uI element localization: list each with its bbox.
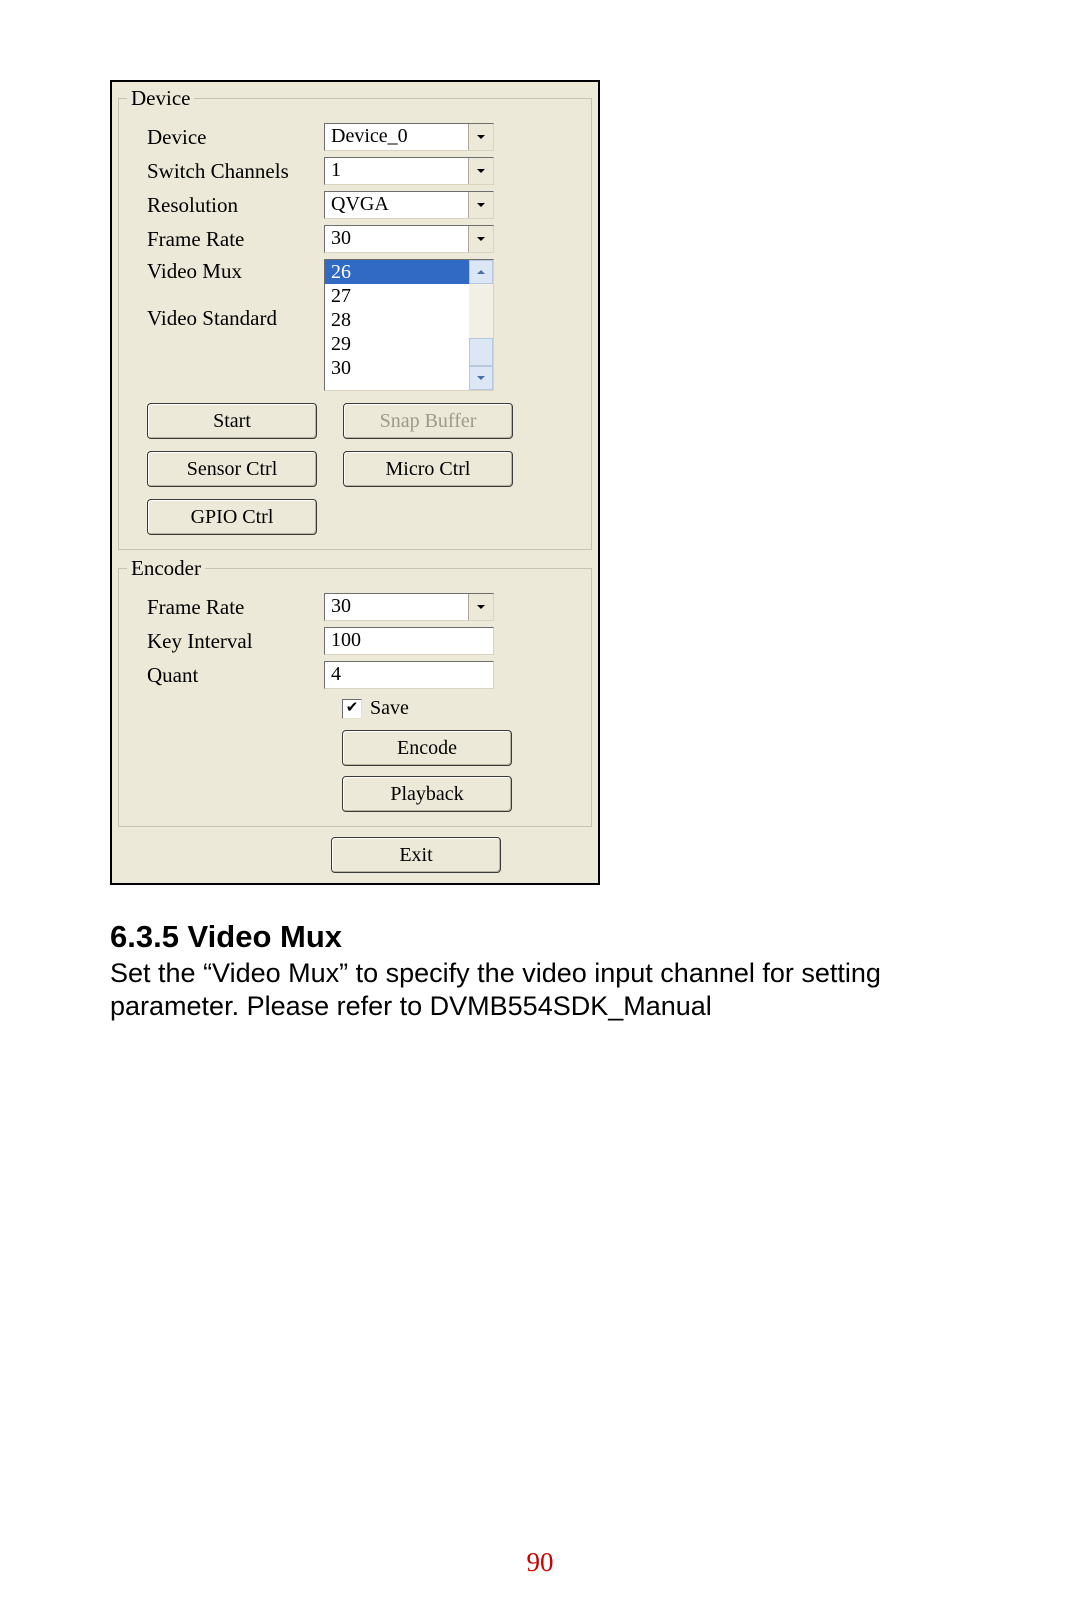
encoder-group: Encoder Frame Rate 30 Key Interval 100 Q…: [118, 556, 592, 827]
scroll-up-icon[interactable]: [469, 260, 493, 284]
start-button[interactable]: Start: [147, 403, 317, 439]
label-video-standard: Video Standard: [147, 306, 324, 331]
playback-button[interactable]: Playback: [342, 776, 512, 812]
label-quant: Quant: [129, 661, 324, 688]
micro-ctrl-button[interactable]: Micro Ctrl: [343, 451, 513, 487]
encoder-legend: Encoder: [127, 556, 205, 581]
label-resolution: Resolution: [129, 191, 324, 218]
device-legend: Device: [127, 86, 194, 111]
chevron-down-icon[interactable]: [468, 192, 493, 218]
label-switch-channels: Switch Channels: [129, 157, 324, 184]
list-item[interactable]: 27: [325, 284, 469, 308]
section-heading: 6.3.5 Video Mux: [110, 919, 970, 955]
resolution-value: QVGA: [325, 192, 468, 218]
encode-button[interactable]: Encode: [342, 730, 512, 766]
frame-rate-value: 30: [325, 226, 468, 252]
list-item[interactable]: 29: [325, 332, 469, 356]
checkbox-icon: ✔: [342, 699, 362, 719]
list-item[interactable]: 26: [325, 260, 469, 284]
frame-rate-combobox[interactable]: 30: [324, 225, 494, 253]
section-body: Set the “Video Mux” to specify the video…: [110, 957, 970, 1023]
settings-dialog: Device Device Device_0 Switch Channels 1: [110, 80, 600, 885]
switch-channels-value: 1: [325, 158, 468, 184]
chevron-down-icon[interactable]: [468, 226, 493, 252]
device-group: Device Device Device_0 Switch Channels 1: [118, 86, 592, 550]
page-number: 90: [110, 1547, 970, 1578]
list-item[interactable]: 28: [325, 308, 469, 332]
save-checkbox[interactable]: ✔ Save: [342, 697, 581, 720]
sensor-ctrl-button[interactable]: Sensor Ctrl: [147, 451, 317, 487]
enc-frame-rate-combobox[interactable]: 30: [324, 593, 494, 621]
list-item[interactable]: 30: [325, 356, 469, 380]
chevron-down-icon[interactable]: [468, 158, 493, 184]
exit-button[interactable]: Exit: [331, 837, 501, 873]
enc-frame-rate-value: 30: [325, 594, 468, 620]
save-label: Save: [370, 697, 409, 720]
label-frame-rate: Frame Rate: [129, 225, 324, 252]
document-page: Device Device Device_0 Switch Channels 1: [0, 0, 1080, 1618]
label-video-mux: Video Mux: [147, 259, 324, 284]
listbox-scrollbar[interactable]: [469, 260, 493, 390]
chevron-down-icon[interactable]: [468, 594, 493, 620]
snap-buffer-button: Snap Buffer: [343, 403, 513, 439]
gpio-ctrl-button[interactable]: GPIO Ctrl: [147, 499, 317, 535]
video-mux-listbox[interactable]: 26 27 28 29 30: [324, 259, 494, 391]
key-interval-input[interactable]: 100: [324, 627, 494, 655]
resolution-combobox[interactable]: QVGA: [324, 191, 494, 219]
scroll-down-icon[interactable]: [469, 366, 493, 390]
scroll-thumb[interactable]: [469, 338, 493, 366]
label-enc-frame-rate: Frame Rate: [129, 593, 324, 620]
switch-channels-combobox[interactable]: 1: [324, 157, 494, 185]
quant-input[interactable]: 4: [324, 661, 494, 689]
device-combobox[interactable]: Device_0: [324, 123, 494, 151]
label-key-interval: Key Interval: [129, 627, 324, 654]
chevron-down-icon[interactable]: [468, 124, 493, 150]
device-combobox-value: Device_0: [325, 124, 468, 150]
label-device: Device: [129, 123, 324, 150]
